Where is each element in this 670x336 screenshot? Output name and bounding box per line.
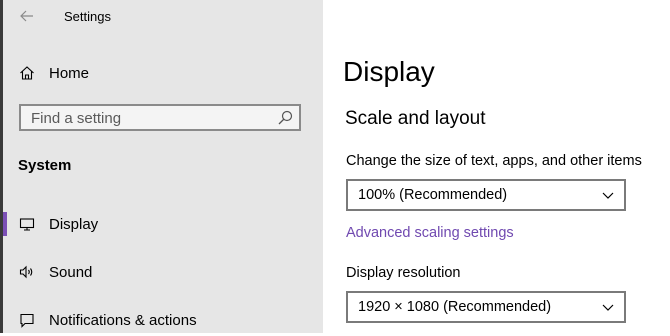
resolution-label: Display resolution (346, 265, 461, 281)
sidebar-item-sound[interactable]: Sound (3, 256, 323, 288)
sidebar-item-display[interactable]: Display (3, 208, 323, 240)
sidebar-item-home[interactable]: Home (3, 59, 323, 87)
section-header-system: System (18, 157, 72, 174)
advanced-scaling-link[interactable]: Advanced scaling settings (346, 225, 514, 241)
scale-label: Change the size of text, apps, and other… (346, 153, 642, 169)
resolution-dropdown-value: 1920 × 1080 (Recommended) (358, 299, 552, 315)
search-input[interactable] (29, 108, 273, 129)
page-title: Display (343, 56, 435, 87)
search-icon[interactable] (277, 110, 293, 126)
sidebar: Settings Home System Display (3, 0, 323, 333)
speaker-icon (18, 263, 36, 281)
sidebar-item-notifications[interactable]: Notifications & actions (3, 304, 323, 336)
sidebar-item-label: Sound (49, 263, 93, 281)
section-title: Scale and layout (345, 108, 486, 129)
sidebar-item-label: Home (49, 64, 90, 82)
monitor-icon (18, 215, 36, 233)
back-button[interactable] (17, 6, 37, 26)
notification-icon (18, 311, 36, 329)
window-title: Settings (64, 9, 111, 24)
search-box (19, 104, 301, 131)
scale-dropdown[interactable]: 100% (Recommended) (346, 179, 626, 211)
main-content: Display Scale and layout Change the size… (323, 0, 670, 333)
resolution-dropdown[interactable]: 1920 × 1080 (Recommended) (346, 291, 626, 323)
active-indicator (3, 212, 7, 236)
sidebar-item-label: Notifications & actions (49, 311, 197, 329)
chevron-down-icon (602, 192, 614, 199)
home-icon (18, 64, 36, 82)
scale-dropdown-value: 100% (Recommended) (358, 187, 508, 203)
back-arrow-icon (20, 10, 33, 22)
sidebar-item-label: Display (49, 215, 99, 233)
chevron-down-icon (602, 304, 614, 311)
